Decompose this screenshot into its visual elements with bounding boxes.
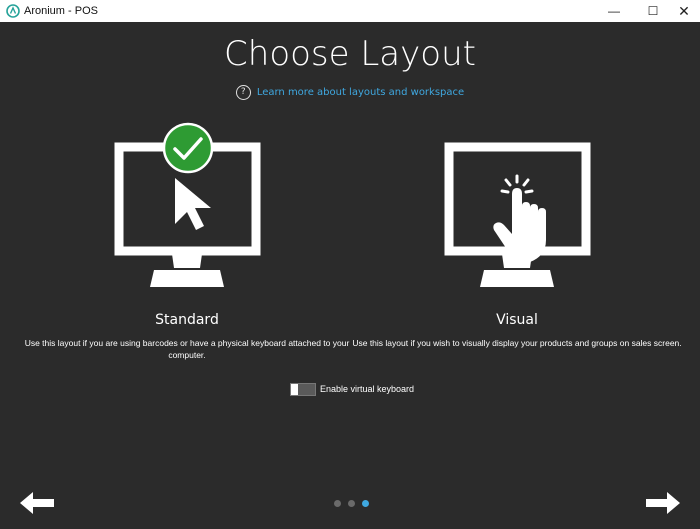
option-description-visual: Use this layout if you wish to visually … [352,338,682,348]
monitor-touch-icon[interactable] [442,122,592,292]
page-title: Choose Layout [224,34,476,74]
help-row: ? Learn more about layouts and workspace [0,85,700,103]
option-description-standard: Use this layout if you are using barcode… [24,338,350,360]
close-button[interactable]: ✕ [667,0,700,22]
virtual-keyboard-toggle[interactable] [290,383,316,396]
minimize-button[interactable]: — [597,0,631,22]
toggle-knob [291,384,298,395]
option-title-visual: Visual [496,312,538,328]
arrow-left-icon[interactable] [20,490,56,516]
aronium-logo-icon [6,4,20,18]
learn-more-link[interactable]: Learn more about layouts and workspace [257,87,464,98]
page-dot-1[interactable] [334,500,341,507]
title-bar: Aronium - POS — ☐ ✕ [0,0,700,22]
checkmark-icon [162,122,214,174]
arrow-right-icon[interactable] [644,490,680,516]
page-dot-2[interactable] [348,500,355,507]
window-title: Aronium - POS [24,5,98,17]
page-dot-3[interactable] [362,500,369,507]
option-title-standard: Standard [155,312,219,328]
virtual-keyboard-label: Enable virtual keyboard [320,384,415,394]
maximize-button[interactable]: ☐ [636,0,670,22]
question-circle-icon[interactable]: ? [235,85,251,100]
